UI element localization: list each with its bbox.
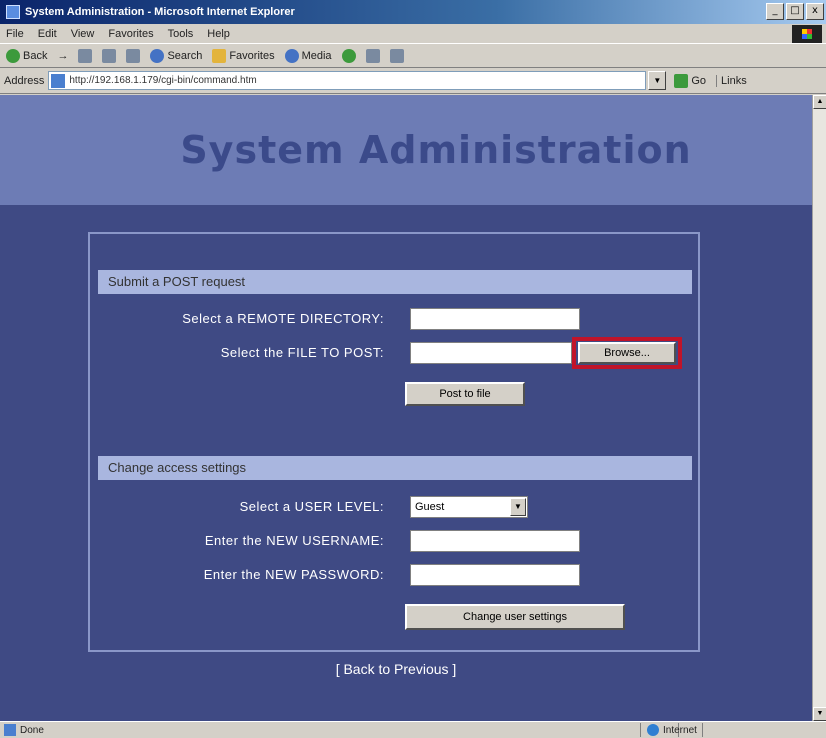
forward-arrow-icon: → xyxy=(57,49,69,62)
window-titlebar: System Administration - Microsoft Intern… xyxy=(0,0,826,24)
internet-globe-icon xyxy=(647,724,659,736)
history-button[interactable] xyxy=(341,48,356,63)
status-bar: Done Internet xyxy=(0,721,826,738)
vertical-scrollbar[interactable]: ▲ ▼ xyxy=(812,95,826,721)
windows-logo-icon xyxy=(792,25,822,43)
mail-icon xyxy=(365,48,380,63)
status-text: Done xyxy=(20,724,44,736)
new-password-label: Enter the NEW PASSWORD: xyxy=(203,567,384,582)
menu-tools[interactable]: Tools xyxy=(168,28,194,40)
favorites-label: Favorites xyxy=(229,49,275,62)
stop-button[interactable] xyxy=(78,48,93,63)
zone-label: Internet xyxy=(663,724,697,736)
close-button[interactable]: x xyxy=(806,3,824,20)
change-user-settings-button[interactable]: Change user settings xyxy=(405,604,625,630)
new-username-row: Enter the NEW USERNAME: xyxy=(90,530,700,554)
file-to-post-label: Select the FILE TO POST: xyxy=(220,345,384,360)
favorites-button[interactable]: Favorites xyxy=(212,48,275,63)
go-arrow-icon xyxy=(674,73,689,88)
stop-icon xyxy=(78,48,93,63)
scroll-up-arrow-icon[interactable]: ▲ xyxy=(813,95,826,109)
ie-icon xyxy=(6,5,20,19)
home-icon xyxy=(126,48,141,63)
back-button[interactable]: Back xyxy=(6,48,48,63)
window-controls: _ □ x xyxy=(766,3,824,20)
file-to-post-row: Select the FILE TO POST: Browse... xyxy=(90,337,700,369)
window-title: System Administration - Microsoft Intern… xyxy=(25,6,295,18)
security-zone: Internet xyxy=(640,723,697,737)
user-level-value: Guest xyxy=(415,501,445,513)
page-title: System Administration xyxy=(180,128,692,172)
file-to-post-input[interactable] xyxy=(410,342,572,364)
go-button[interactable]: Go xyxy=(674,73,707,88)
user-level-label: Select a USER LEVEL: xyxy=(239,499,384,514)
back-to-previous-link[interactable]: [ Back to Previous ] xyxy=(0,661,802,677)
address-label: Address xyxy=(4,74,45,87)
mail-button[interactable] xyxy=(365,48,380,63)
browse-highlight: Browse... xyxy=(572,337,682,369)
minimize-button[interactable]: _ xyxy=(766,3,784,20)
refresh-button[interactable] xyxy=(102,48,117,63)
search-button[interactable]: Search xyxy=(150,48,203,63)
browse-button[interactable]: Browse... xyxy=(578,342,676,364)
admin-panel: Submit a POST request Select a REMOTE DI… xyxy=(88,232,700,652)
new-password-input[interactable] xyxy=(410,564,580,586)
media-button[interactable]: Media xyxy=(284,48,332,63)
menu-file[interactable]: File xyxy=(6,28,24,40)
menu-help[interactable]: Help xyxy=(207,28,230,40)
media-label: Media xyxy=(301,49,332,62)
search-icon xyxy=(150,48,165,63)
new-username-input[interactable] xyxy=(410,530,580,552)
status-cell xyxy=(702,723,726,737)
url-text: http://192.168.1.179/cgi-bin/command.htm xyxy=(69,75,257,86)
user-level-row: Select a USER LEVEL: Guest ▼ xyxy=(90,496,700,520)
url-dropdown-button[interactable]: ▼ xyxy=(648,71,667,90)
remote-directory-row: Select a REMOTE DIRECTORY: xyxy=(90,308,700,332)
url-input[interactable]: http://192.168.1.179/cgi-bin/command.htm xyxy=(48,71,647,90)
go-label: Go xyxy=(691,74,707,87)
new-password-row: Enter the NEW PASSWORD: xyxy=(90,564,700,588)
standard-toolbar: Back → Search Favorites Media xyxy=(0,44,826,68)
favorites-star-icon xyxy=(212,48,227,63)
search-label: Search xyxy=(167,49,203,62)
remote-directory-input[interactable] xyxy=(410,308,580,330)
back-arrow-icon xyxy=(6,48,20,63)
menu-bar: File Edit View Favorites Tools Help xyxy=(0,24,826,44)
address-bar: Address http://192.168.1.179/cgi-bin/com… xyxy=(0,68,826,94)
done-page-icon xyxy=(4,724,16,736)
page-icon xyxy=(51,73,66,88)
post-to-file-button[interactable]: Post to file xyxy=(405,382,525,406)
page-viewport: System Administration Submit a POST requ… xyxy=(0,95,812,721)
print-button[interactable] xyxy=(389,48,404,63)
print-icon xyxy=(389,48,404,63)
menu-favorites[interactable]: Favorites xyxy=(108,28,153,40)
back-label: Back xyxy=(23,49,48,62)
home-button[interactable] xyxy=(126,48,141,63)
remote-directory-label: Select a REMOTE DIRECTORY: xyxy=(182,311,384,326)
access-section-header: Change access settings xyxy=(98,456,692,480)
post-section-header: Submit a POST request xyxy=(98,270,692,294)
new-username-label: Enter the NEW USERNAME: xyxy=(204,533,384,548)
menu-edit[interactable]: Edit xyxy=(38,28,57,40)
history-icon xyxy=(341,48,356,63)
maximize-button[interactable]: □ xyxy=(786,3,804,20)
refresh-icon xyxy=(102,48,117,63)
forward-button[interactable]: → xyxy=(57,50,68,62)
user-level-select[interactable]: Guest ▼ xyxy=(410,496,528,518)
scroll-down-arrow-icon[interactable]: ▼ xyxy=(813,707,826,721)
chevron-down-icon[interactable]: ▼ xyxy=(510,498,526,516)
links-button[interactable]: Links xyxy=(716,74,747,87)
header-band: System Administration xyxy=(0,95,812,205)
media-icon xyxy=(284,48,299,63)
menu-view[interactable]: View xyxy=(71,28,95,40)
